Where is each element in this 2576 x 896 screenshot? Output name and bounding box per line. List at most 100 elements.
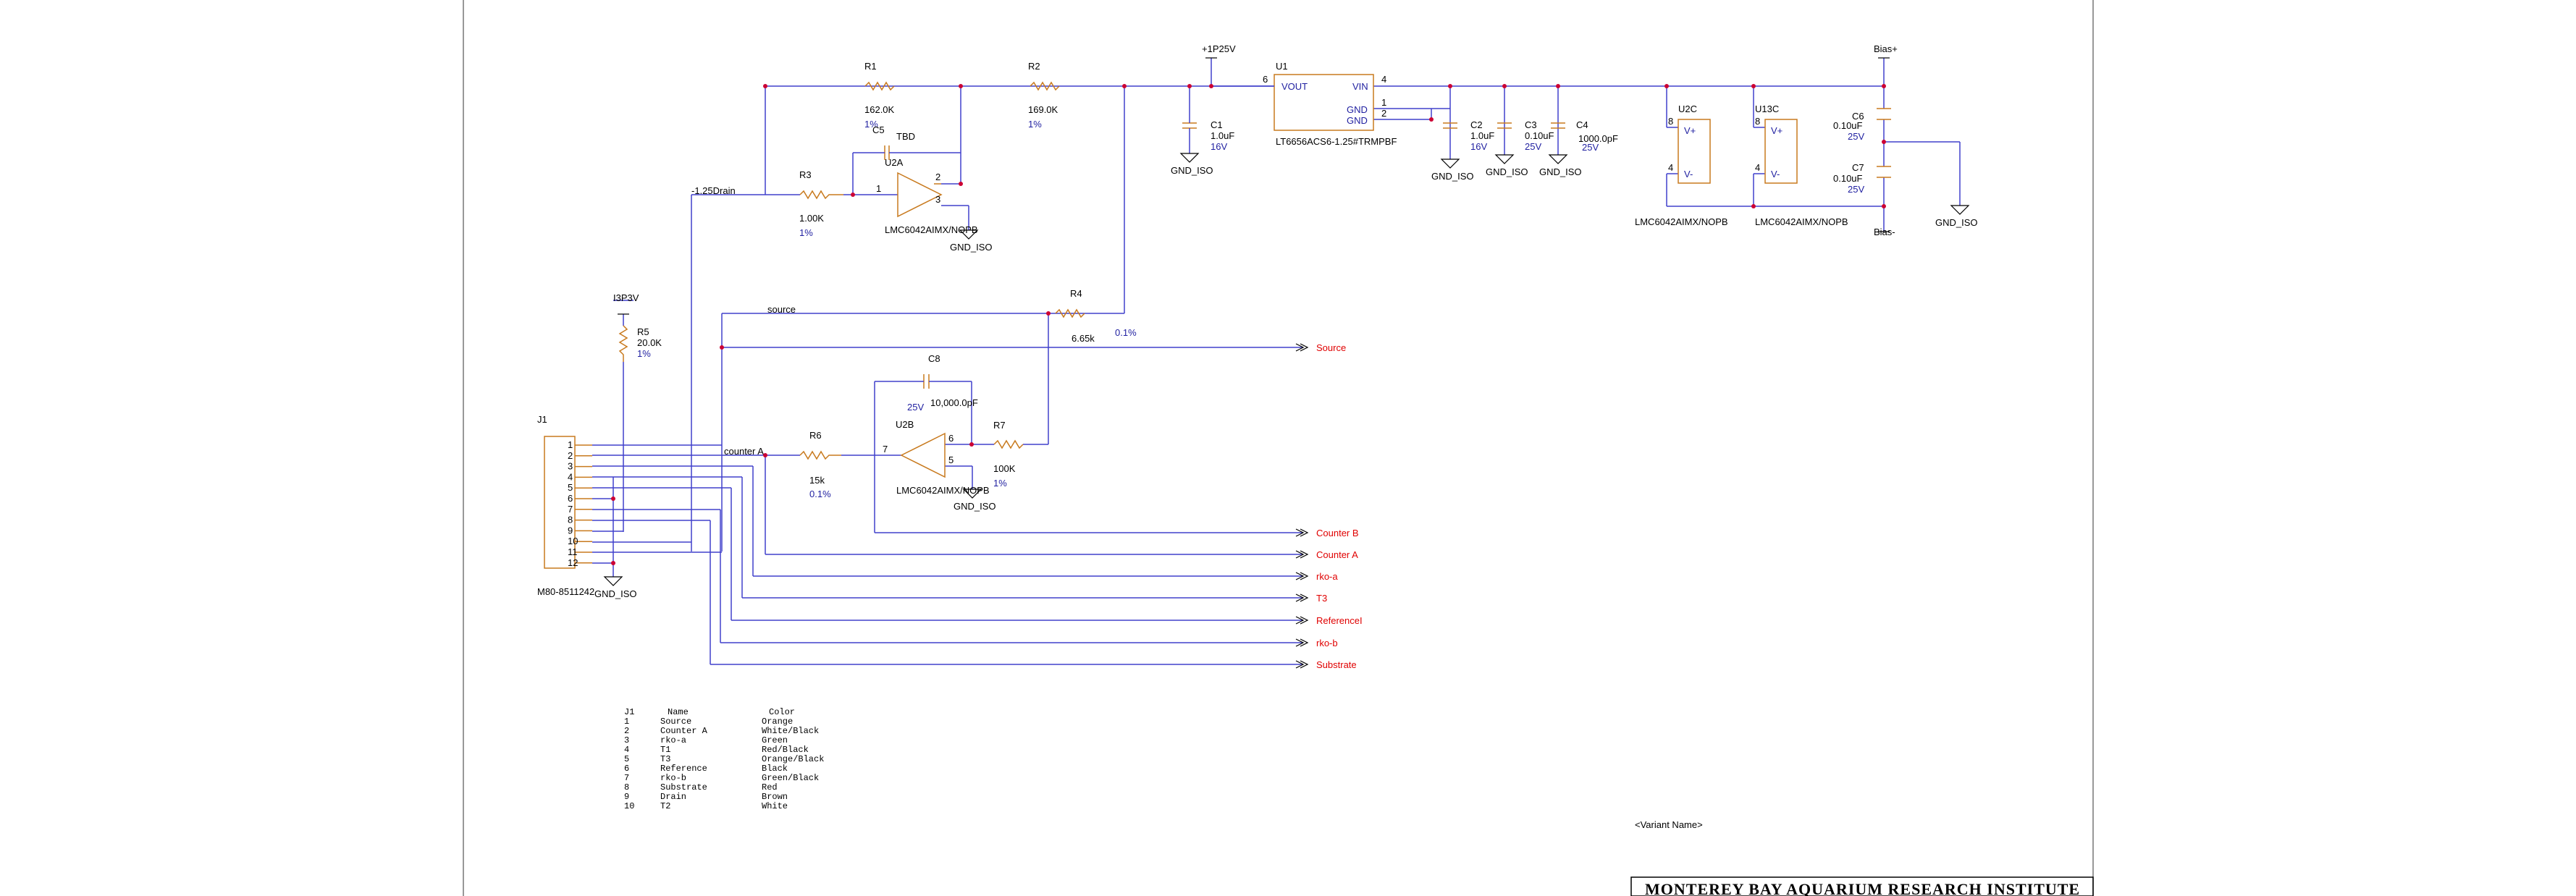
u1-pin-vin: 4	[1381, 74, 1386, 85]
c2-ref: C2	[1470, 119, 1483, 130]
net-source: source	[767, 304, 796, 315]
c1-ref: C1	[1211, 119, 1223, 130]
c5-ref: C5	[872, 124, 885, 135]
c1-volt: 16V	[1211, 141, 1227, 152]
j1-pin-label: 1	[568, 439, 573, 450]
ground-icon	[603, 576, 623, 586]
port-label: Counter A	[1316, 549, 1358, 560]
r7-tol: 1%	[993, 478, 1007, 489]
regulator-u1[interactable]: U1 VOUT VIN GND GND 6 4 1 2 LT6656ACS6-1…	[1211, 61, 1397, 147]
junction-dot	[763, 84, 767, 88]
u13c-pin-vp: 8	[1755, 116, 1760, 127]
resistor-r5[interactable]: R5 20.0K 1%	[618, 325, 662, 362]
u1-vout: VOUT	[1281, 81, 1308, 92]
gnd-label: GND_ISO	[1539, 166, 1582, 177]
resistor-r3[interactable]: R3 1.00K 1%	[799, 169, 843, 238]
j1-pin-label: 3	[568, 461, 573, 472]
org-name: MONTEREY BAY AQUARIUM RESEARCH INSTITUTE	[1645, 880, 2080, 896]
r6-value: 15k	[809, 475, 825, 486]
capacitor-c7[interactable]: C7 0.10uF 25V	[1833, 162, 1891, 195]
u1-pin-vout: 6	[1263, 74, 1268, 85]
junction-dot	[1209, 84, 1213, 88]
resistor-r6[interactable]: R6 15k 0.1%	[799, 430, 841, 499]
resistor-r2[interactable]: R2 169.0K 1%	[1028, 61, 1060, 130]
j1-pin-label: 5	[568, 482, 573, 493]
pin-table-cell: White	[762, 801, 788, 811]
port-label: rko-a	[1316, 571, 1338, 582]
capacitor-c4[interactable]: C4 1000.0pF 25V	[1551, 119, 1618, 153]
r3-value: 1.00K	[799, 213, 824, 224]
gnd-label: GND_ISO	[1935, 217, 1978, 228]
connector-j1[interactable]: J1 M80-8511242 123456789101112	[537, 414, 594, 597]
opamp-u2a[interactable]: 1 2 3 U2A LMC6042AIMX/NOPB	[876, 157, 978, 235]
net-drain: -1.25Drain	[691, 185, 736, 196]
c1-value: 1.0uF	[1211, 130, 1234, 141]
junction-dot	[1429, 117, 1434, 122]
u1-vin: VIN	[1352, 81, 1368, 92]
r4-ref: R4	[1070, 288, 1082, 299]
j1-pin-label: 7	[568, 504, 573, 515]
c8-ref: C8	[928, 353, 940, 364]
u1-pin-gnd2: 2	[1381, 108, 1386, 119]
junction-dot	[1122, 84, 1127, 88]
c8-volt: 25V	[907, 402, 924, 413]
u13c-ref: U13C	[1755, 103, 1779, 114]
r1-value: 162.0K	[864, 104, 895, 115]
opamp-power-u2c[interactable]: U2C V+ V- 8 4 LMC6042AIMX/NOPB	[1635, 103, 1728, 227]
c3-volt: 25V	[1525, 141, 1541, 152]
ground-icon	[1179, 153, 1200, 163]
r2-tol: 1%	[1028, 119, 1042, 130]
pin-table-cell: Green	[762, 735, 788, 745]
c8-value: 10,000.0pF	[930, 397, 978, 408]
j1-pin-label: 9	[568, 525, 573, 536]
pin-table-cell: Orange/Black	[762, 754, 824, 764]
u13c-pin-vm: 4	[1755, 162, 1760, 173]
port-label: ReferenceI	[1316, 615, 1363, 626]
pin-table-cell: Red/Black	[762, 745, 809, 755]
pin-table-cell: Source	[660, 717, 691, 727]
r1-ref: R1	[864, 61, 877, 72]
pin-table-cell: T2	[660, 801, 670, 811]
pin-table-cell: T3	[660, 754, 670, 764]
c7-value: 0.10uF	[1833, 173, 1863, 184]
capacitor-c8[interactable]: C8 25V 10,000.0pF	[907, 353, 978, 413]
power-bias-minus: Bias-	[1874, 227, 1895, 237]
r6-tol: 0.1%	[809, 489, 831, 499]
u1-gnd1: GND	[1347, 104, 1368, 115]
pin-table-header: J1	[624, 707, 634, 717]
pin-table-cell: 5	[624, 754, 629, 764]
junction-dot	[1882, 204, 1886, 208]
opamp-u2b[interactable]: 7 6 5 U2B LMC6042AIMX/NOPB	[883, 419, 990, 496]
j1-pin-label: 8	[568, 515, 573, 525]
r7-ref: R7	[993, 420, 1006, 431]
u2c-pin-vp: 8	[1668, 116, 1673, 127]
u2b-ref: U2B	[896, 419, 914, 430]
junction-dot	[1751, 204, 1756, 208]
c4-ref: C4	[1576, 119, 1588, 130]
gnd-label: GND_ISO	[1431, 171, 1474, 182]
capacitor-c5[interactable]: C5 TBD	[872, 124, 915, 160]
pin-table-cell: rko-a	[660, 735, 686, 745]
gnd-label: GND_ISO	[950, 242, 993, 253]
u2a-pin-inm: 2	[935, 172, 940, 182]
resistor-r7[interactable]: R7 100K 1%	[980, 420, 1024, 489]
capacitor-c3[interactable]: C3 0.10uF 25V	[1497, 119, 1554, 152]
junction-dot	[851, 193, 855, 197]
pin-table-cell: rko-b	[660, 773, 686, 783]
capacitor-c1[interactable]: C1 1.0uF 16V	[1182, 116, 1234, 152]
c5-value: TBD	[896, 131, 915, 142]
c4-volt: 25V	[1582, 142, 1599, 153]
r5-tol: 1%	[637, 348, 651, 359]
u2c-vplus: V+	[1684, 125, 1696, 136]
u2b-pin-inp: 5	[948, 455, 954, 465]
power-p1p25v: +1P25V	[1202, 43, 1236, 59]
resistor-r1[interactable]: R1 162.0K 1%	[864, 61, 895, 130]
capacitor-c6[interactable]: C6 0.10uF 25V	[1833, 108, 1891, 142]
j1-pin-label: 12	[568, 557, 578, 568]
pin-table-cell: Substrate	[660, 782, 707, 793]
r3-ref: R3	[799, 169, 812, 180]
net-i3p3v: I3P3V	[613, 292, 639, 303]
j1-pin-label: 11	[568, 546, 578, 557]
u2a-pin-out: 1	[876, 183, 881, 194]
pin-table-header: Color	[769, 707, 795, 717]
